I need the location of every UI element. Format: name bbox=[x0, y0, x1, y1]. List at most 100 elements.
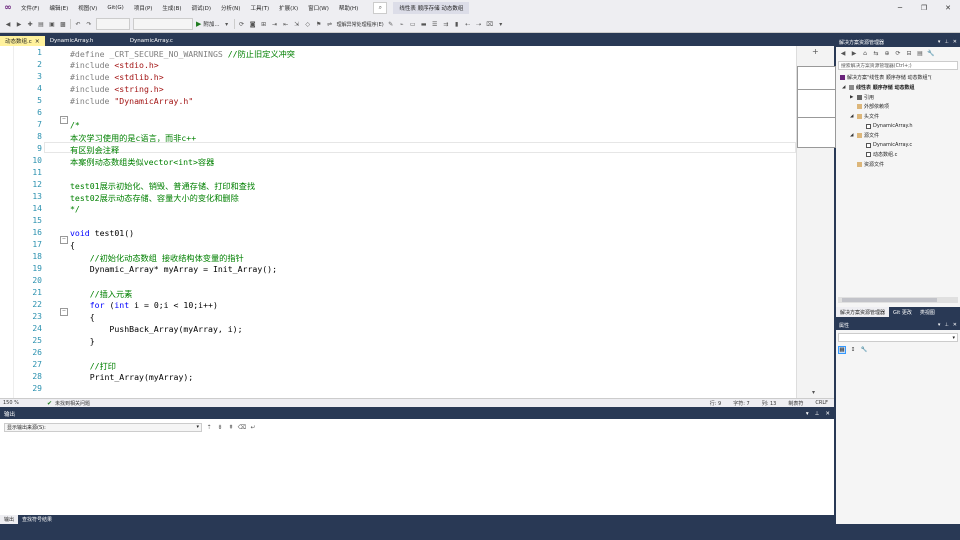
menu-view[interactable]: 视图(V) bbox=[73, 4, 102, 12]
bookmark-icon[interactable]: ▮ bbox=[453, 20, 461, 28]
close-icon[interactable]: ✕ bbox=[825, 411, 830, 417]
pin-icon[interactable]: ⊥ bbox=[944, 322, 948, 328]
platform-select[interactable] bbox=[133, 18, 193, 30]
next-bookmark-icon[interactable]: ⇢ bbox=[475, 20, 483, 28]
exception-settings-link[interactable]: 理解异常处理程序(E) bbox=[337, 21, 384, 28]
prev-bookmark-icon[interactable]: ⇠ bbox=[464, 20, 472, 28]
tree-item-external-deps[interactable]: 外部依赖项 bbox=[850, 103, 889, 110]
window-position-icon[interactable]: ▾ bbox=[806, 411, 809, 417]
comment-icon[interactable]: ▭ bbox=[409, 20, 417, 28]
code-line[interactable]: Dynamic_Array* myArray = Init_Array(); bbox=[70, 264, 277, 274]
tree-item-references[interactable]: ▶ 引用 bbox=[850, 94, 874, 101]
alphabetical-icon[interactable]: ↕ bbox=[849, 346, 857, 354]
properties-object-select[interactable]: ▾ bbox=[838, 333, 958, 342]
tree-solution[interactable]: 解决方案"线性表 顺序存储 动态数组"( bbox=[840, 74, 932, 81]
search-icon[interactable]: ⌕ bbox=[373, 2, 388, 14]
configuration-select[interactable] bbox=[96, 18, 130, 30]
clear-all-icon[interactable]: ⌫ bbox=[238, 423, 246, 431]
save-all-icon[interactable]: ▩ bbox=[59, 20, 67, 28]
code-line[interactable]: { bbox=[70, 312, 95, 322]
code-line[interactable]: //打印 bbox=[70, 360, 116, 372]
minimize-button[interactable]: ─ bbox=[888, 0, 912, 16]
menu-analyze[interactable]: 分析(N) bbox=[216, 4, 245, 12]
code-line[interactable]: /* bbox=[70, 120, 80, 130]
pin-icon[interactable]: ⊥ bbox=[944, 39, 948, 45]
visual-studio-logo-icon[interactable]: ∞ bbox=[0, 0, 16, 16]
go-to-error-icon[interactable]: ⇡ bbox=[205, 423, 213, 431]
code-line[interactable]: #include <stdlib.h> bbox=[70, 72, 164, 82]
menu-project[interactable]: 项目(P) bbox=[129, 4, 158, 12]
tree-item-dynamicarray-h[interactable]: DynamicArray.h bbox=[866, 123, 913, 129]
code-line[interactable]: #include "DynamicArray.h" bbox=[70, 96, 193, 106]
collapsed-icon[interactable]: ▶ bbox=[850, 95, 855, 100]
code-line[interactable]: void test01() bbox=[70, 228, 134, 238]
maximize-button[interactable]: ❐ bbox=[912, 0, 936, 16]
close-tab-icon[interactable]: × bbox=[35, 38, 40, 45]
tree-item-header-files[interactable]: ◢ 头文件 bbox=[850, 113, 879, 120]
code-line[interactable]: #include <string.h> bbox=[70, 84, 164, 94]
output-source-select[interactable]: 显示输出来源(S): ▾ bbox=[4, 422, 202, 432]
tree-item-resource-files[interactable]: 资源文件 bbox=[850, 161, 884, 168]
format-icon[interactable]: ☰ bbox=[431, 20, 439, 28]
expanded-icon[interactable]: ◢ bbox=[850, 114, 855, 119]
forward-icon[interactable]: ▶ bbox=[850, 50, 858, 58]
menu-help[interactable]: 帮助(H) bbox=[334, 4, 363, 12]
new-project-icon[interactable]: ✚ bbox=[26, 20, 34, 28]
code-line[interactable]: //插入元素 bbox=[70, 288, 133, 300]
split-view-icon[interactable]: + bbox=[812, 47, 819, 56]
exception-icon[interactable]: ⚑ bbox=[315, 20, 323, 28]
tab-find-symbol-results[interactable]: 查找符号结果 bbox=[18, 515, 56, 524]
back-icon[interactable]: ◀ bbox=[4, 20, 12, 28]
expanded-icon[interactable]: ◢ bbox=[842, 85, 847, 90]
uncomment-icon[interactable]: ▬ bbox=[420, 20, 428, 28]
close-icon[interactable]: ✕ bbox=[953, 39, 957, 45]
scroll-down-icon[interactable]: ▾ bbox=[812, 389, 815, 396]
pin-icon[interactable]: ⊥ bbox=[815, 411, 820, 417]
code-line[interactable]: for (int i = 0;i < 10;i++) bbox=[70, 300, 218, 310]
close-icon[interactable]: ✕ bbox=[953, 322, 957, 328]
menu-tools[interactable]: 工具(T) bbox=[245, 4, 274, 12]
grid-icon[interactable]: ⊞ bbox=[260, 20, 268, 28]
solution-search-input[interactable]: 搜索解决方案资源管理器(Ctrl+;) bbox=[838, 61, 958, 70]
open-folder-icon[interactable]: ▤ bbox=[37, 20, 45, 28]
trace-icon[interactable]: ⇌ bbox=[326, 20, 334, 28]
menu-git[interactable]: Git(G) bbox=[102, 5, 129, 11]
collapse-all-icon[interactable]: ⊟ bbox=[905, 50, 913, 58]
forward-icon[interactable]: ▶ bbox=[15, 20, 23, 28]
tab-output[interactable]: 输出 bbox=[0, 515, 19, 524]
eol-indicator[interactable]: CRLF bbox=[815, 400, 828, 407]
back-icon[interactable]: ◀ bbox=[839, 50, 847, 58]
code-line[interactable]: 本案例动态数组类似vector<int>容器 bbox=[70, 156, 214, 168]
indent-icon[interactable]: ⇉ bbox=[442, 20, 450, 28]
tabs-indicator[interactable]: 制表符 bbox=[788, 400, 803, 407]
code-line[interactable]: } bbox=[70, 336, 95, 346]
issues-status[interactable]: 未找到相关问题 bbox=[55, 400, 90, 407]
code-line[interactable]: //初始化动态数组 接收结构体变量的指针 bbox=[70, 252, 244, 264]
camera-icon[interactable]: ◙ bbox=[249, 20, 257, 28]
horizontal-scrollbar[interactable] bbox=[838, 297, 958, 303]
expanded-icon[interactable]: ◢ bbox=[850, 133, 855, 138]
save-icon[interactable]: ▣ bbox=[48, 20, 56, 28]
run-dropdown-icon[interactable]: ▾ bbox=[223, 20, 231, 28]
start-debugging-button[interactable]: ▶ 附加... bbox=[196, 20, 220, 28]
next-message-icon[interactable]: ⇞ bbox=[227, 423, 235, 431]
clear-bookmarks-icon[interactable]: ⌧ bbox=[486, 20, 494, 28]
breakpoint-icon[interactable]: ◇ bbox=[304, 20, 312, 28]
pen-icon[interactable]: ✎ bbox=[387, 20, 395, 28]
tree-item-source-files[interactable]: ◢ 源文件 bbox=[850, 132, 879, 139]
categorized-icon[interactable]: ▦ bbox=[838, 346, 846, 354]
properties-icon[interactable]: 🔧 bbox=[927, 50, 935, 58]
code-line[interactable]: 有区别会注释 bbox=[70, 144, 119, 156]
zoom-level[interactable]: 150 % bbox=[0, 400, 37, 406]
tree-project[interactable]: ◢ 线性表 顺序存储 动态数组 bbox=[842, 84, 914, 91]
close-button[interactable]: ✕ bbox=[936, 0, 960, 16]
menu-file[interactable]: 文件(F) bbox=[16, 4, 44, 12]
hot-reload-icon[interactable]: ⟳ bbox=[238, 20, 246, 28]
tab-class-view[interactable]: 类视图 bbox=[916, 307, 939, 317]
tab-dynamicarray-h[interactable]: DynamicArray.h bbox=[45, 36, 125, 46]
customize-icon[interactable]: ▾ bbox=[497, 20, 505, 28]
link-icon[interactable]: ⌁ bbox=[398, 20, 406, 28]
step-icon[interactable]: ⇥ bbox=[271, 20, 279, 28]
tree-item-dynamicarray-c[interactable]: DynamicArray.c bbox=[866, 142, 912, 148]
step-over-icon[interactable]: ⇤ bbox=[282, 20, 290, 28]
